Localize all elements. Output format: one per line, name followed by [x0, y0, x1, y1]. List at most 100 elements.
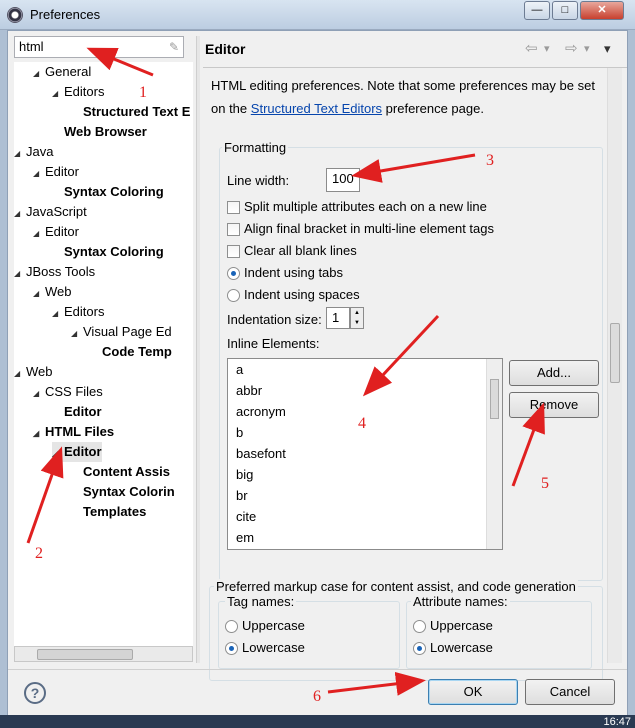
- scrollbar-thumb[interactable]: [37, 649, 133, 660]
- expanded-triangle-icon[interactable]: ◢: [14, 264, 26, 284]
- filter-input[interactable]: html ✎: [14, 36, 184, 58]
- ok-button[interactable]: OK: [428, 679, 518, 705]
- markup-case-group: Preferred markup case for content assist…: [209, 579, 603, 681]
- back-arrow-icon[interactable]: ⇦: [525, 39, 538, 57]
- remove-button[interactable]: Remove: [509, 392, 599, 418]
- expanded-triangle-icon[interactable]: ◢: [33, 384, 45, 404]
- annotation-number-3: 3: [486, 152, 494, 169]
- tree-item[interactable]: ◢ Web: [33, 282, 72, 302]
- tag-names-legend: Tag names:: [225, 594, 297, 609]
- tree-item[interactable]: Syntax Coloring: [52, 182, 164, 202]
- tree-item[interactable]: ◢ JavaScript: [14, 202, 87, 222]
- inline-elements-label: Inline Elements:: [227, 336, 320, 351]
- attribute-uppercase-radio[interactable]: [413, 620, 426, 633]
- list-item[interactable]: br: [236, 488, 248, 503]
- taskbar: [0, 715, 635, 728]
- add-button[interactable]: Add...: [509, 360, 599, 386]
- list-item[interactable]: cite: [236, 509, 256, 524]
- tree-item[interactable]: Syntax Coloring: [52, 242, 164, 262]
- split-attributes-label: Split multiple attributes each on a new …: [244, 199, 487, 214]
- annotation-number-4: 4: [358, 415, 366, 432]
- line-width-field[interactable]: 100: [326, 168, 360, 192]
- clear-filter-icon[interactable]: ✎: [169, 40, 179, 54]
- attribute-lowercase-radio[interactable]: [413, 642, 426, 655]
- tree-item[interactable]: ◢ Visual Page Ed: [71, 322, 172, 342]
- list-item[interactable]: a: [236, 362, 243, 377]
- indent-spaces-radio[interactable]: [227, 289, 240, 302]
- tree-item-label: Structured Text E: [83, 104, 191, 119]
- tree-item[interactable]: ◢ Java: [14, 142, 53, 162]
- tree-item[interactable]: Structured Text E: [71, 102, 190, 122]
- tree-item-label: Visual Page Ed: [83, 324, 172, 339]
- tree-item[interactable]: ◢ JBoss Tools: [14, 262, 95, 282]
- view-menu-icon[interactable]: ▾: [604, 41, 611, 57]
- tree-item-label: Templates: [83, 504, 147, 519]
- list-item[interactable]: acronym: [236, 404, 286, 419]
- tree-item-label: Web Browser: [64, 124, 147, 139]
- indentation-size-field[interactable]: 1: [326, 307, 350, 329]
- expanded-triangle-icon[interactable]: ◢: [33, 424, 45, 444]
- formatting-group: Formatting Line width: 100 Split multipl…: [219, 140, 603, 581]
- scrollbar-thumb[interactable]: [610, 323, 620, 383]
- tree-item[interactable]: Syntax Colorin: [71, 482, 175, 502]
- tree-item[interactable]: Code Temp: [90, 342, 172, 362]
- tree-item[interactable]: ◢ Web: [14, 362, 53, 382]
- expanded-triangle-icon[interactable]: ◢: [14, 144, 26, 164]
- expanded-triangle-icon[interactable]: ◢: [71, 324, 83, 344]
- align-bracket-checkbox[interactable]: [227, 223, 240, 236]
- expanded-triangle-icon[interactable]: ◢: [14, 204, 26, 224]
- list-item[interactable]: big: [236, 467, 253, 482]
- tree-item[interactable]: ◢ Editors: [52, 82, 104, 102]
- tree-item[interactable]: Templates: [71, 502, 146, 522]
- preference-tree[interactable]: ◢ General ◢ Editors Structured Text E Web Bro…: [14, 62, 193, 662]
- minimize-button[interactable]: —: [524, 1, 550, 20]
- tree-item[interactable]: ◢ General: [33, 62, 91, 82]
- forward-arrow-icon[interactable]: ⇨: [565, 39, 578, 57]
- tree-item[interactable]: ◢ Editor: [33, 162, 79, 182]
- list-item[interactable]: abbr: [236, 383, 262, 398]
- list-item[interactable]: b: [236, 425, 243, 440]
- structured-text-editors-link[interactable]: Structured Text Editors: [251, 101, 382, 116]
- splitter[interactable]: [196, 36, 200, 663]
- title-bar[interactable]: Preferences — □ ✕: [0, 0, 635, 30]
- inline-elements-list[interactable]: a abbr acronym b basefont big br cite em: [227, 358, 503, 550]
- indentation-size-spinner[interactable]: ▲ ▼: [350, 307, 364, 329]
- expanded-triangle-icon[interactable]: ◢: [33, 64, 45, 84]
- forward-menu-chevron-icon[interactable]: ▾: [584, 42, 590, 55]
- tag-uppercase-radio[interactable]: [225, 620, 238, 633]
- tree-item[interactable]: ◢ CSS Files: [33, 382, 103, 402]
- list-item[interactable]: basefont: [236, 446, 286, 461]
- maximize-button[interactable]: □: [552, 1, 578, 20]
- split-attributes-checkbox[interactable]: [227, 201, 240, 214]
- tree-item[interactable]: ◢ HTML Files: [33, 422, 114, 442]
- tree-item[interactable]: Web Browser: [52, 122, 147, 142]
- expanded-triangle-icon[interactable]: ◢: [52, 84, 64, 104]
- expanded-triangle-icon[interactable]: ◢: [33, 164, 45, 184]
- tree-item-label: Editor: [45, 164, 79, 179]
- close-button[interactable]: ✕: [580, 1, 624, 20]
- tree-item-label: Syntax Colorin: [83, 484, 175, 499]
- clear-blank-lines-checkbox[interactable]: [227, 245, 240, 258]
- indent-tabs-radio[interactable]: [227, 267, 240, 280]
- expanded-triangle-icon[interactable]: ◢: [33, 284, 45, 304]
- tree-item[interactable]: Content Assis: [71, 462, 170, 482]
- help-icon[interactable]: ?: [24, 682, 46, 704]
- tree-item[interactable]: ◢ Editor: [33, 222, 79, 242]
- cancel-button[interactable]: Cancel: [525, 679, 615, 705]
- tree-item[interactable]: ◢ Editors: [52, 302, 104, 322]
- tree-item-label: JBoss Tools: [26, 264, 96, 279]
- expanded-triangle-icon[interactable]: ◢: [14, 364, 26, 384]
- tag-lowercase-radio[interactable]: [225, 642, 238, 655]
- page-vertical-scrollbar[interactable]: [607, 68, 622, 663]
- tree-horizontal-scrollbar[interactable]: [14, 646, 193, 662]
- scrollbar-thumb[interactable]: [490, 379, 499, 419]
- expanded-triangle-icon[interactable]: ◢: [33, 224, 45, 244]
- expanded-triangle-icon[interactable]: ◢: [52, 444, 64, 464]
- list-scrollbar[interactable]: [486, 359, 502, 549]
- expanded-triangle-icon[interactable]: ◢: [52, 304, 64, 324]
- tree-item[interactable]: Editor: [52, 402, 102, 422]
- attribute-lowercase-label: Lowercase: [430, 640, 493, 655]
- back-menu-chevron-icon[interactable]: ▾: [544, 42, 550, 55]
- tree-item[interactable]: ◢ Editor: [52, 442, 102, 462]
- list-item[interactable]: em: [236, 530, 254, 545]
